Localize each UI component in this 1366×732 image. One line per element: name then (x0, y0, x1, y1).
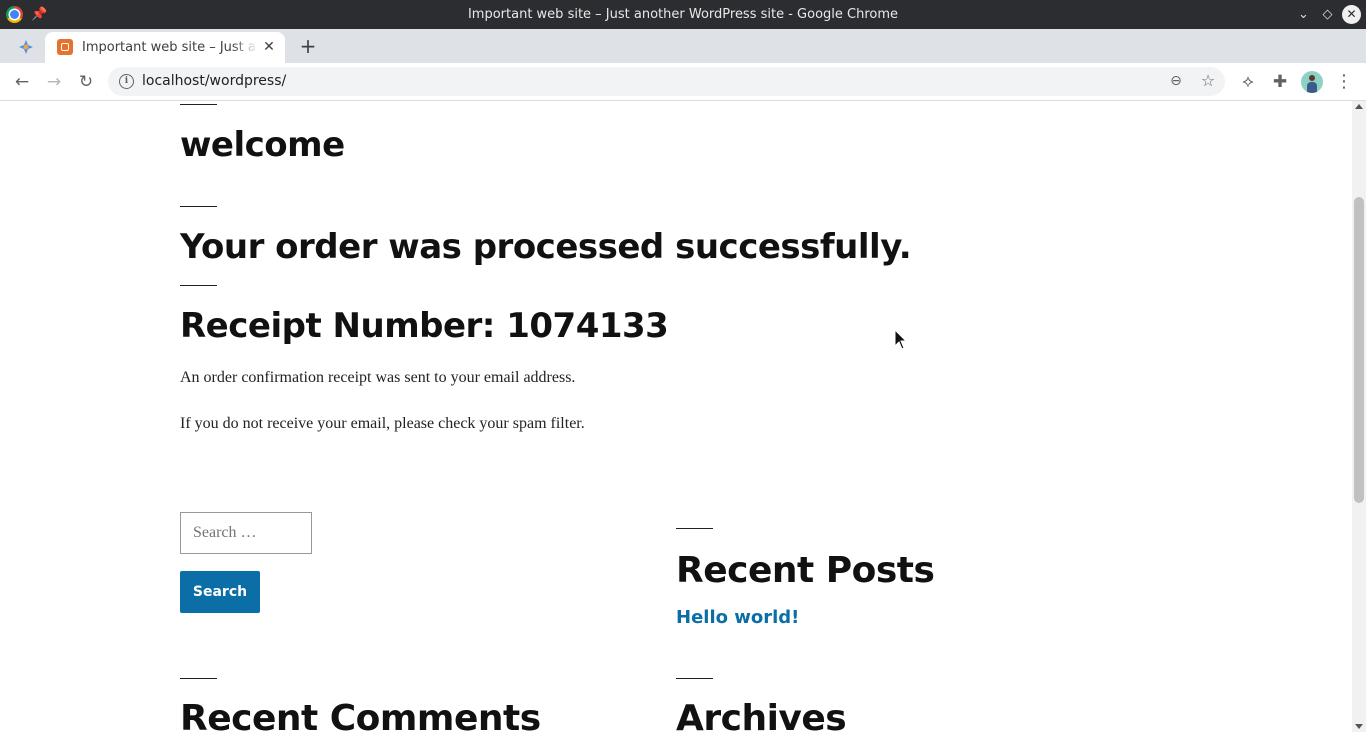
forward-button[interactable]: → (42, 70, 66, 94)
tab-strip: Important web site – Just another WordPr… (0, 29, 1366, 63)
tab-title: Important web site – Just another WordPr… (82, 40, 258, 55)
scroll-down-arrow-icon[interactable] (1355, 724, 1363, 729)
window-title: Important web site – Just another WordPr… (467, 7, 899, 22)
page-content: welcome Your order was processed success… (0, 101, 1352, 732)
page-scrollbar[interactable] (1352, 101, 1366, 732)
site-info-icon[interactable]: i (119, 74, 134, 89)
confirmation-text: An order confirmation receipt was sent t… (180, 369, 576, 386)
separator (676, 678, 713, 679)
browser-toolbar: ← → ↻ i localhost/wordpress/ ⊖ ☆ ⟡ ✚ ⋮ (0, 63, 1366, 101)
separator (676, 528, 713, 529)
pinned-app-icon (19, 40, 33, 54)
tab-active[interactable]: Important web site – Just another WordPr… (45, 32, 285, 63)
search-input[interactable] (180, 512, 312, 554)
profile-avatar[interactable] (1301, 71, 1323, 93)
scroll-thumb[interactable] (1354, 197, 1364, 503)
address-bar[interactable]: i localhost/wordpress/ ⊖ ☆ (108, 67, 1225, 96)
url-text[interactable]: localhost/wordpress/ (142, 67, 286, 96)
window-titlebar: 📌 Important web site – Just another Word… (0, 0, 1366, 29)
separator (180, 206, 217, 207)
tab-close-icon[interactable]: ✕ (261, 39, 277, 55)
pinned-tab[interactable] (10, 33, 44, 61)
welcome-heading: welcome (180, 125, 345, 165)
mouse-cursor-icon (894, 329, 908, 350)
bookmark-star-icon[interactable]: ☆ (1198, 71, 1218, 91)
maximize-button[interactable]: ◇ (1318, 5, 1337, 24)
extensions-puzzle-icon[interactable]: ✚ (1268, 70, 1292, 94)
minimize-button[interactable]: ⌄ (1294, 5, 1313, 24)
chrome-menu-icon[interactable]: ⋮ (1332, 70, 1356, 94)
reload-button[interactable]: ↻ (74, 70, 98, 94)
media-extension-icon[interactable]: ⟡ (1236, 70, 1260, 94)
separator (180, 285, 217, 286)
back-button[interactable]: ← (10, 70, 34, 94)
archives-heading: Archives (676, 698, 847, 732)
xampp-favicon-icon (57, 39, 73, 55)
scroll-up-arrow-icon[interactable] (1355, 104, 1363, 109)
receipt-heading: Receipt Number: 1074133 (180, 306, 669, 346)
separator (180, 104, 217, 105)
recent-comments-heading: Recent Comments (180, 698, 541, 732)
success-heading: Your order was processed successfully. (180, 227, 912, 267)
spam-filter-text: If you do not receive your email, please… (180, 415, 585, 432)
new-tab-button[interactable]: + (297, 35, 319, 57)
recent-posts-heading: Recent Posts (676, 550, 935, 591)
close-window-button[interactable]: ✕ (1342, 5, 1361, 24)
separator (180, 678, 217, 679)
search-button[interactable]: Search (180, 571, 260, 613)
zoom-icon[interactable]: ⊖ (1166, 71, 1186, 91)
recent-post-link[interactable]: Hello world! (676, 607, 799, 628)
